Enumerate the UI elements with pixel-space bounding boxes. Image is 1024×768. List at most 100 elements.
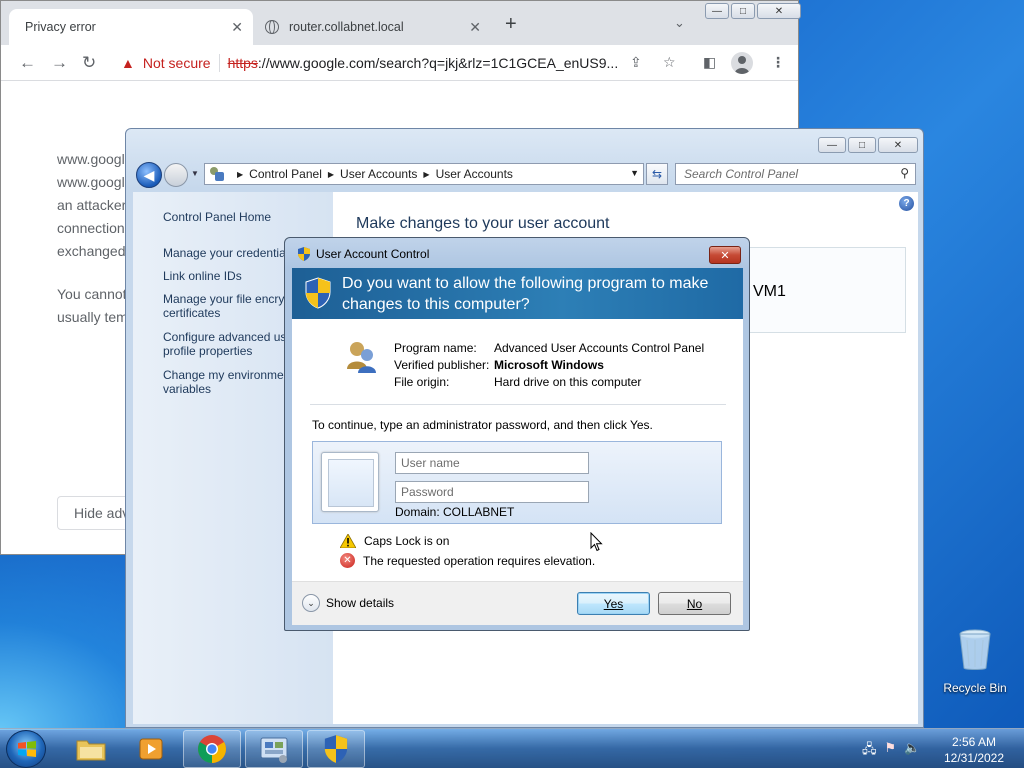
taskbar-explorer[interactable] bbox=[62, 730, 120, 768]
recycle-bin-icon bbox=[959, 629, 991, 670]
tab-search-chevron-icon[interactable]: ⌄ bbox=[674, 15, 685, 31]
credential-tile-area: User name Password Domain: COLLABNET bbox=[312, 441, 722, 524]
minimize-button[interactable]: — bbox=[705, 3, 729, 19]
link-file-encryption[interactable]: Manage your file encry certificates bbox=[163, 292, 285, 320]
breadcrumb-arrow-icon[interactable]: ▶ bbox=[237, 170, 243, 179]
user-tile-avatar bbox=[321, 452, 379, 512]
back-button[interactable]: ◀ bbox=[136, 162, 162, 188]
taskbar-media-player[interactable] bbox=[122, 730, 180, 768]
url-text: ://www.google.com/search?q=jkj&rlz=1C1GC… bbox=[257, 55, 619, 71]
origin-label: File origin: bbox=[394, 375, 450, 389]
divider bbox=[310, 404, 726, 405]
address-bar[interactable]: ▲ Not secure https ://www.google.com/sea… bbox=[113, 49, 623, 77]
url-scheme: https bbox=[227, 55, 258, 71]
clock-date: 12/31/2022 bbox=[943, 751, 1005, 765]
caps-lock-text: Caps Lock is on bbox=[364, 534, 450, 548]
recent-pages-dropdown-icon[interactable]: ▼ bbox=[191, 169, 199, 178]
bookmark-star-icon[interactable]: ☆ bbox=[663, 54, 676, 71]
uac-dialog: User Account Control ✕ Do you want to al… bbox=[284, 237, 750, 631]
search-control-panel-input[interactable]: Search Control Panel ⚲ bbox=[675, 163, 916, 185]
uac-title-bar: User Account Control bbox=[297, 247, 429, 261]
tab-label: Privacy error bbox=[25, 20, 96, 34]
password-field[interactable]: Password bbox=[395, 481, 589, 503]
close-button[interactable]: ✕ bbox=[757, 3, 801, 19]
tab-router[interactable]: router.collabnet.local ✕ bbox=[257, 9, 493, 45]
help-icon[interactable]: ? bbox=[899, 196, 914, 211]
maximize-button[interactable]: □ bbox=[848, 137, 876, 153]
folder-icon bbox=[76, 740, 106, 761]
share-icon[interactable]: ⇪ bbox=[630, 54, 642, 71]
breadcrumb-user-accounts-current[interactable]: User Accounts bbox=[436, 167, 513, 181]
start-button[interactable] bbox=[6, 730, 46, 768]
clock[interactable]: 2:56 AM 12/31/2022 bbox=[936, 734, 1012, 766]
breadcrumb-user-accounts[interactable]: User Accounts bbox=[340, 167, 417, 181]
forward-button[interactable] bbox=[164, 163, 188, 187]
link-environment-variables[interactable]: Change my environme variables bbox=[163, 368, 287, 396]
elevation-error-text: The requested operation requires elevati… bbox=[363, 553, 596, 568]
show-details-label[interactable]: Show details bbox=[326, 596, 394, 610]
forward-button[interactable]: → bbox=[51, 53, 68, 73]
uac-close-button[interactable]: ✕ bbox=[709, 246, 741, 264]
chrome-tab-strip: Privacy error ✕ router.collabnet.local ✕… bbox=[1, 1, 801, 45]
taskbar-control-panel[interactable] bbox=[245, 730, 303, 768]
breadcrumb-control-panel[interactable]: Control Panel bbox=[249, 167, 322, 181]
tab-close-icon[interactable]: ✕ bbox=[231, 19, 243, 36]
chevron-down-icon[interactable]: ⌄ bbox=[302, 594, 320, 612]
recycle-bin-label: Recycle Bin bbox=[943, 681, 1007, 695]
account-name: VM1 bbox=[753, 283, 786, 300]
side-panel-icon[interactable]: ◧ bbox=[703, 54, 716, 71]
search-icon[interactable]: ⚲ bbox=[900, 166, 909, 180]
back-button[interactable]: ← bbox=[19, 53, 36, 73]
show-details-toggle[interactable]: ⌄ Show details bbox=[302, 594, 394, 612]
link-control-panel-home[interactable]: Control Panel Home bbox=[163, 210, 333, 224]
chrome-toolbar: ← → ↻ ▲ Not secure https ://www.google.c… bbox=[1, 45, 798, 81]
cp-navigation-bar: ◀ ▼ ▶ Control Panel ▶ User Accounts ▶ Us… bbox=[134, 160, 918, 188]
breadcrumb-arrow-icon[interactable]: ▶ bbox=[328, 170, 334, 179]
refresh-button[interactable]: ⇆ bbox=[646, 163, 668, 185]
minimize-button[interactable]: — bbox=[818, 137, 846, 153]
reload-button[interactable]: ↻ bbox=[82, 53, 96, 73]
cp-address-bar[interactable]: ▶ Control Panel ▶ User Accounts ▶ User A… bbox=[204, 163, 644, 185]
tab-privacy-error[interactable]: Privacy error ✕ bbox=[9, 9, 253, 45]
no-label: No bbox=[686, 596, 703, 611]
uac-question: Do you want to allow the following progr… bbox=[342, 275, 709, 313]
action-center-flag-icon[interactable]: ⚑ bbox=[885, 740, 897, 762]
uac-shield-icon bbox=[305, 277, 331, 309]
network-icon[interactable]: 🖧 bbox=[862, 740, 877, 762]
uac-shield-icon bbox=[324, 735, 348, 763]
close-button[interactable]: ✕ bbox=[878, 137, 918, 153]
clock-time: 2:56 AM bbox=[951, 735, 997, 749]
chrome-icon bbox=[198, 735, 226, 763]
recycle-bin-shortcut[interactable]: Recycle Bin bbox=[938, 628, 1012, 695]
taskbar-uac[interactable] bbox=[307, 730, 365, 768]
media-player-icon bbox=[139, 738, 163, 760]
tab-close-icon[interactable]: ✕ bbox=[469, 19, 481, 36]
page-title: Make changes to your user account bbox=[356, 215, 610, 232]
taskbar-chrome[interactable] bbox=[183, 730, 241, 768]
menu-kebab-icon[interactable]: ⋮ bbox=[771, 54, 785, 71]
origin-value: Hard drive on this computer bbox=[494, 375, 642, 389]
uac-question-band: Do you want to allow the following progr… bbox=[292, 268, 743, 319]
control-panel-icon bbox=[260, 737, 288, 763]
link-advanced-profile[interactable]: Configure advanced us profile properties bbox=[163, 330, 287, 358]
maximize-button[interactable]: □ bbox=[731, 3, 755, 19]
username-field[interactable]: User name bbox=[395, 452, 589, 474]
no-button[interactable]: No bbox=[658, 592, 731, 615]
user-accounts-program-icon bbox=[347, 342, 376, 373]
divider bbox=[218, 54, 220, 72]
breadcrumb-arrow-icon[interactable]: ▶ bbox=[423, 170, 429, 179]
not-secure-label[interactable]: Not secure bbox=[143, 55, 211, 71]
tab-label: router.collabnet.local bbox=[289, 20, 404, 34]
warning-triangle-icon: ▲ bbox=[121, 55, 135, 71]
address-dropdown-icon[interactable]: ▼ bbox=[630, 168, 639, 178]
publisher-value[interactable]: Microsoft Windows bbox=[494, 358, 604, 372]
new-tab-button[interactable]: + bbox=[505, 13, 517, 36]
uac-footer: ⌄ Show details Yes No bbox=[292, 581, 743, 625]
uac-title: User Account Control bbox=[316, 247, 430, 261]
elevation-error-message: ✕ The requested operation requires eleva… bbox=[340, 553, 595, 568]
globe-icon bbox=[265, 20, 279, 34]
profile-avatar-icon[interactable] bbox=[731, 52, 753, 74]
volume-icon[interactable]: 🔈 bbox=[904, 740, 920, 762]
yes-button[interactable]: Yes bbox=[577, 592, 650, 615]
error-icon: ✕ bbox=[340, 553, 355, 568]
